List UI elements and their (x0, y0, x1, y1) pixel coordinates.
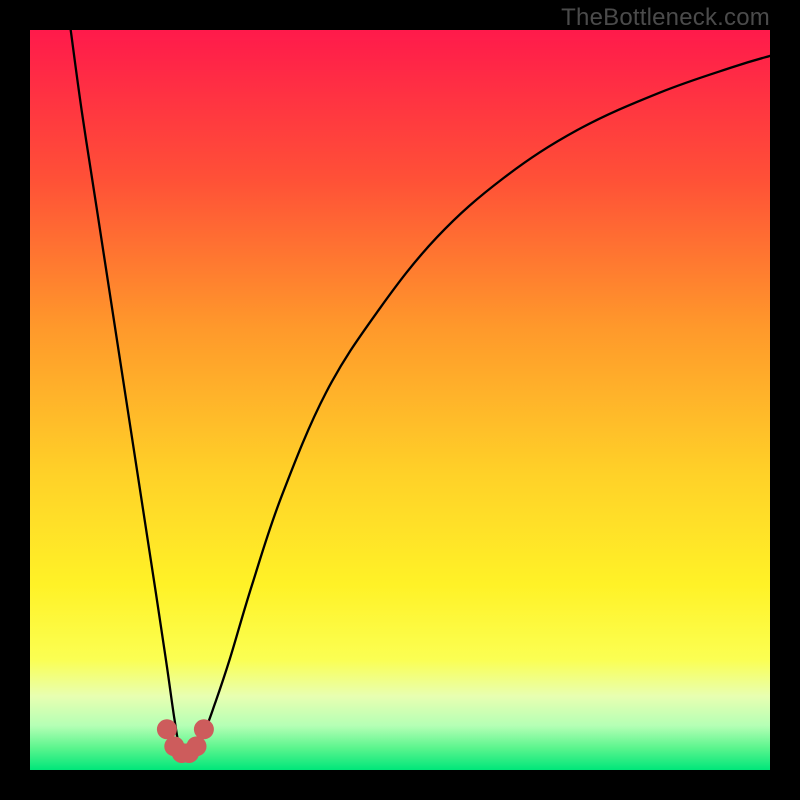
watermark-text: TheBottleneck.com (561, 4, 770, 32)
marker-dot (157, 719, 177, 739)
gradient-background (30, 30, 770, 770)
outer-frame: TheBottleneck.com (0, 0, 800, 800)
chart-svg (30, 30, 770, 770)
marker-dot (187, 736, 207, 756)
plot-area (30, 30, 770, 770)
marker-dot (194, 719, 214, 739)
